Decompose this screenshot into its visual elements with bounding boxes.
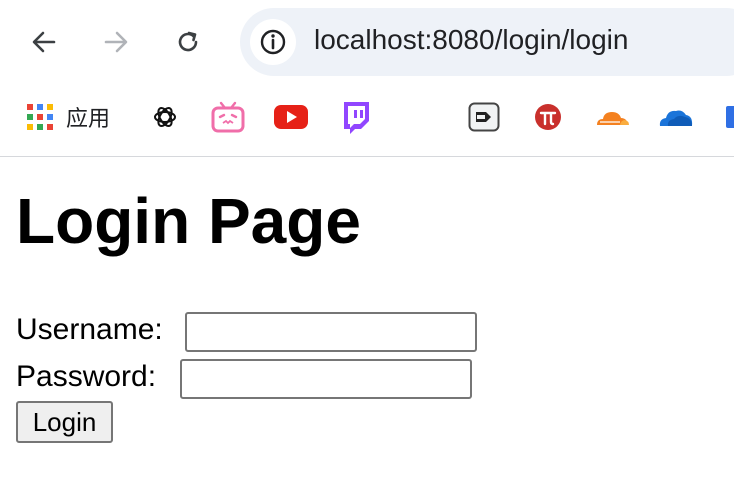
arrow-box-icon [468, 102, 500, 132]
apps-grid-icon [27, 104, 53, 130]
bookmark-pi[interactable] [534, 98, 562, 136]
bookmark-twitch[interactable] [340, 98, 372, 136]
reload-button[interactable] [168, 22, 208, 62]
forward-arrow-icon [104, 31, 128, 53]
apps-label: 应用 [66, 106, 111, 131]
login-button[interactable]: Login [16, 401, 113, 443]
bookmark-apps[interactable]: 应用 [26, 98, 110, 136]
site-info-button[interactable] [250, 19, 296, 65]
page-title: Login Page [16, 185, 361, 257]
browser-chrome: localhost:8080/login/login 应用 [0, 0, 734, 157]
url-text[interactable]: localhost:8080/login/login [314, 24, 628, 56]
info-icon [260, 29, 286, 55]
forward-button[interactable] [96, 22, 136, 62]
reload-icon [178, 31, 198, 52]
twitch-icon [344, 102, 369, 134]
back-button[interactable] [24, 22, 64, 62]
password-label: Password: [16, 360, 157, 393]
password-input[interactable] [180, 359, 472, 399]
bookmark-arrow-box[interactable] [468, 98, 500, 136]
username-label: Username: [16, 313, 163, 346]
bookmark-partial[interactable] [726, 98, 734, 136]
bookmark-youtube[interactable] [274, 98, 308, 136]
username-input[interactable] [185, 312, 477, 352]
bookmark-bilibili[interactable] [211, 98, 245, 136]
chatgpt-icon [154, 106, 176, 128]
bookmark-onedrive[interactable] [658, 98, 694, 136]
bilibili-icon [211, 101, 245, 133]
bookmark-cloudflare[interactable] [594, 98, 630, 136]
youtube-icon [274, 105, 308, 129]
page-content: Login Page Username: Password: Login [0, 157, 734, 482]
bookmark-chatgpt[interactable] [151, 98, 179, 136]
partial-bookmark-icon [726, 106, 734, 128]
cloudflare-icon [597, 112, 629, 125]
back-arrow-icon [32, 31, 56, 53]
pi-icon [535, 104, 561, 130]
onedrive-icon [659, 110, 693, 126]
